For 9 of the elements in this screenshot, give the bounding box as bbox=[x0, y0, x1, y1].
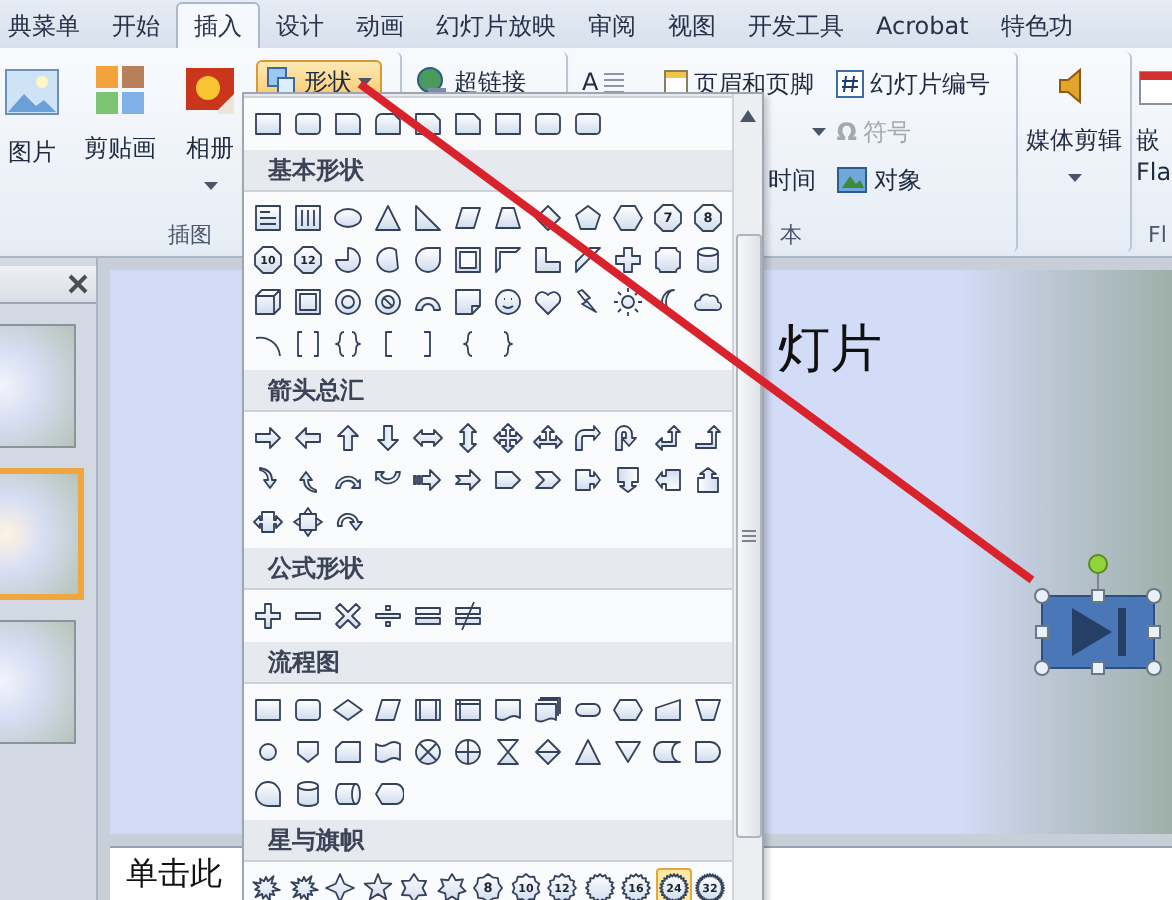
section-heading: 公式形状 bbox=[244, 548, 732, 590]
group-label: 本 bbox=[780, 220, 802, 252]
slide-title: 灯片 bbox=[778, 318, 882, 384]
section-heading: 箭头总汇 bbox=[244, 370, 732, 412]
group-label: Fl bbox=[1148, 220, 1167, 252]
section-heading: 流程图 bbox=[244, 642, 732, 684]
section-heading: 基本形状 bbox=[244, 150, 732, 192]
section-heading: 星与旗帜 bbox=[244, 820, 732, 862]
group-label: 插图 bbox=[168, 220, 212, 252]
